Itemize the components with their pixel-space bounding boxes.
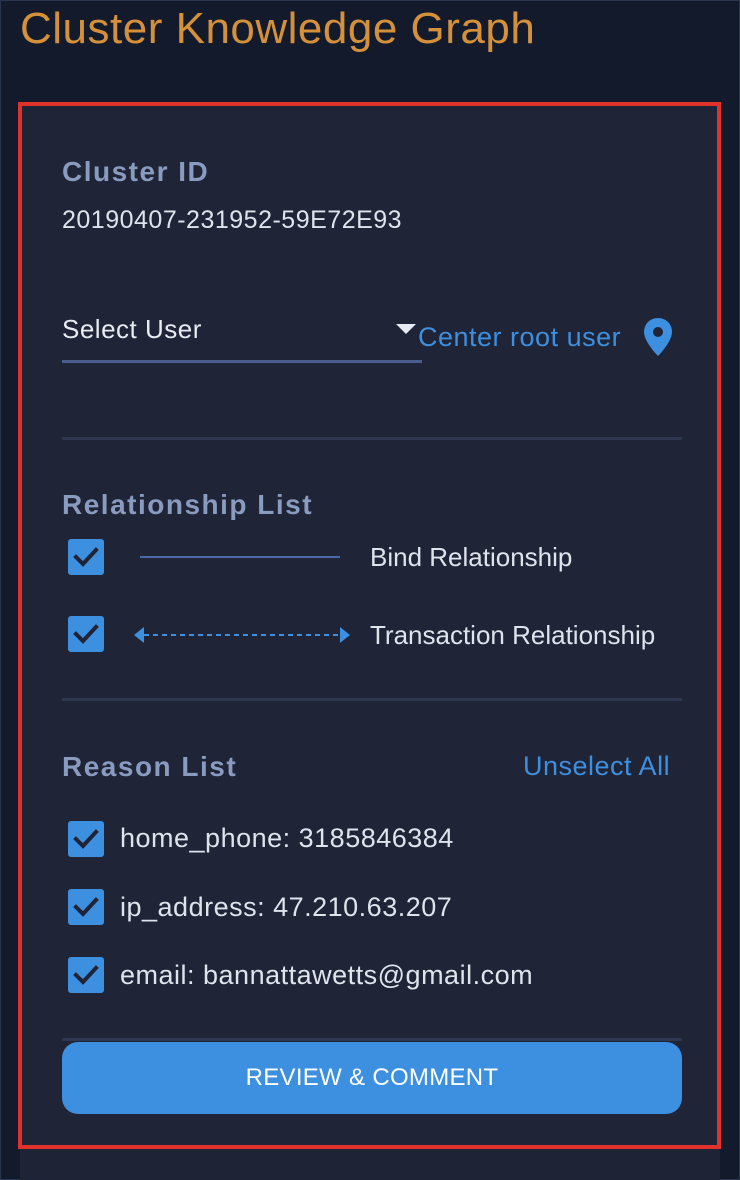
check-icon	[73, 624, 99, 644]
reason-label-email: email: bannattawetts@gmail.com	[120, 960, 534, 990]
transaction-relationship-checkbox[interactable]	[68, 616, 104, 652]
review-comment-button[interactable]: REVIEW & COMMENT	[62, 1042, 682, 1114]
center-root-user-link[interactable]: Center root user	[418, 322, 621, 353]
check-icon	[73, 547, 99, 567]
reason-checkbox-home-phone[interactable]	[68, 821, 104, 857]
check-icon	[73, 829, 99, 849]
reason-checkbox-ip-address[interactable]	[68, 889, 104, 925]
reason-label-ip-address: ip_address: 47.210.63.207	[120, 892, 453, 922]
check-icon	[73, 897, 99, 917]
bind-relationship-checkbox[interactable]	[68, 539, 104, 575]
reason-checkbox-email[interactable]	[68, 957, 104, 993]
divider	[62, 698, 682, 701]
chevron-down-icon	[396, 324, 416, 334]
relationship-list-heading: Relationship List	[62, 489, 314, 520]
app-title: Cluster Knowledge Graph	[20, 4, 536, 53]
reason-label-home-phone: home_phone: 3185846384	[120, 823, 454, 853]
unselect-all-link[interactable]: Unselect All	[523, 751, 670, 782]
bind-relationship-label: Bind Relationship	[370, 542, 573, 572]
panel-footer-strip	[20, 1145, 720, 1180]
dashed-arrow-legend	[134, 627, 350, 643]
select-user-value: Select User	[62, 314, 202, 344]
select-user-dropdown[interactable]: Select User	[62, 306, 422, 363]
check-icon	[73, 965, 99, 985]
cluster-id-value: 20190407-231952-59E72E93	[62, 206, 403, 234]
location-pin-icon[interactable]	[642, 316, 674, 363]
divider	[62, 437, 682, 440]
reason-list-heading: Reason List	[62, 751, 238, 782]
cluster-panel: Cluster ID 20190407-231952-59E72E93 Sele…	[18, 102, 721, 1149]
solid-line-legend	[140, 556, 340, 558]
cluster-id-heading: Cluster ID	[62, 156, 210, 187]
divider	[62, 1038, 682, 1041]
transaction-relationship-label: Transaction Relationship	[370, 620, 656, 650]
